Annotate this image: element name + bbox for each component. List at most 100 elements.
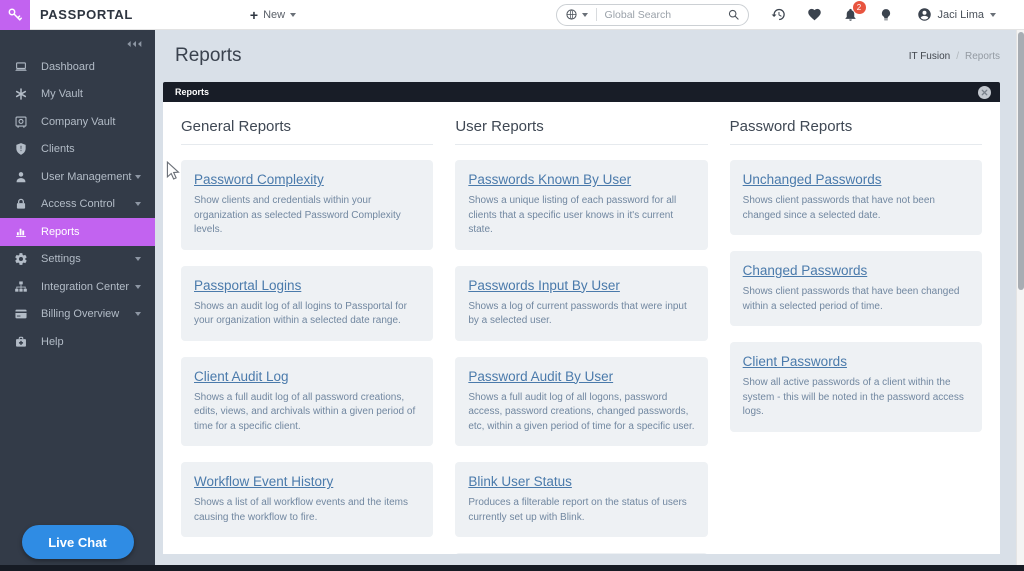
sidebar-item-label: My Vault (41, 88, 83, 101)
collapse-sidebar-icon[interactable] (125, 35, 147, 53)
scrollbar-thumb[interactable] (1018, 32, 1024, 290)
live-chat-button[interactable]: Live Chat (21, 525, 134, 559)
report-description: Shows a list of all workflow events and … (194, 497, 408, 523)
report-card: Client Passwords Show all active passwor… (729, 342, 982, 432)
chevron-down-icon (135, 257, 141, 262)
sidebar-item-dashboard[interactable]: Dashboard (0, 53, 155, 81)
report-description: Shows client passwords that have been ch… (742, 286, 960, 312)
sidebar-item-label: Clients (41, 143, 75, 156)
favorites-heart-icon[interactable] (807, 7, 822, 22)
laptop-icon (14, 60, 28, 74)
report-description: Show clients and credentials within your… (194, 195, 401, 235)
sidebar-item-company-vault[interactable]: Company Vault (0, 108, 155, 136)
breadcrumb-current[interactable]: Reports (965, 51, 1000, 62)
history-icon[interactable] (771, 7, 786, 22)
vertical-scrollbar[interactable] (1016, 30, 1024, 571)
sidebar-item-user-management[interactable]: User Management (0, 163, 155, 191)
report-link-password-complexity[interactable]: Password Complexity (194, 172, 324, 187)
panel-header: Reports (163, 82, 1000, 102)
report-columns: General Reports Password Complexity Show… (181, 118, 982, 554)
column-header: General Reports (181, 118, 434, 145)
sidebar: Dashboard My Vault Company Vault Clients… (0, 30, 155, 571)
panel-title: Reports (175, 87, 210, 97)
sidebar-item-my-vault[interactable]: My Vault (0, 81, 155, 109)
sidebar-menu: Dashboard My Vault Company Vault Clients… (0, 30, 155, 356)
sidebar-item-label: Help (41, 335, 64, 348)
notifications-bell-icon[interactable]: 2 (843, 1, 866, 22)
chevron-down-icon (135, 202, 141, 207)
brand-name: PASSPORTAL (40, 7, 133, 22)
bottom-edge-bar (0, 565, 1024, 571)
chevron-down-icon (290, 12, 297, 17)
sidebar-item-integration-center[interactable]: Integration Center (0, 273, 155, 301)
sidebar-item-label: Reports (41, 225, 80, 238)
user-name: Jaci Lima (937, 8, 984, 21)
user-menu[interactable]: Jaci Lima (917, 7, 996, 22)
chevron-down-icon (135, 312, 141, 317)
sidebar-item-label: Billing Overview (41, 308, 120, 321)
reports-panel: General Reports Password Complexity Show… (163, 102, 1000, 554)
search-scope-dropdown[interactable] (557, 8, 597, 21)
report-link-password-audit-by-user[interactable]: Password Audit By User (468, 369, 613, 384)
report-link-workflow-event-history[interactable]: Workflow Event History (194, 474, 333, 489)
report-link-passwords-known-by-user[interactable]: Passwords Known By User (468, 172, 631, 187)
sidebar-item-access-control[interactable]: Access Control (0, 191, 155, 219)
report-description: Shows a full audit log of all logons, pa… (468, 391, 695, 432)
sidebar-item-label: Access Control (41, 198, 115, 211)
breadcrumb-client[interactable]: IT Fusion (909, 51, 951, 62)
shield-icon (14, 142, 28, 156)
report-link-passwords-input-by-user[interactable]: Passwords Input By User (468, 278, 620, 293)
vault-icon (14, 115, 28, 129)
search-icon[interactable] (725, 8, 748, 21)
report-description: Shows client passwords that have not bee… (742, 195, 935, 221)
lightbulb-icon[interactable] (879, 8, 893, 22)
sidebar-item-settings[interactable]: Settings (0, 246, 155, 274)
report-card: Password Complexity Show clients and cre… (181, 160, 434, 250)
main-content: Reports IT Fusion / Reports Reports Gene… (155, 30, 1024, 571)
report-column-password-reports: Password Reports Unchanged Passwords Sho… (729, 118, 982, 448)
asterisk-icon (14, 87, 28, 101)
report-card: Passportal Logins Shows an audit log of … (181, 265, 434, 341)
sitemap-icon (14, 280, 28, 294)
report-description: Shows an audit log of all logins to Pass… (194, 300, 407, 327)
report-link-blink-user-status[interactable]: Blink User Status (468, 474, 572, 489)
report-column-user-reports: User Reports Passwords Known By User Sho… (455, 118, 708, 554)
sidebar-item-reports[interactable]: Reports (0, 218, 155, 246)
top-bar: PASSPORTAL + New 2 Jaci Li (0, 0, 1024, 30)
search-input[interactable] (596, 4, 725, 25)
chart-icon (14, 225, 28, 239)
report-link-passportal-logins[interactable]: Passportal Logins (194, 278, 301, 293)
sidebar-item-label: Settings (41, 253, 81, 266)
sidebar-item-clients[interactable]: Clients (0, 136, 155, 164)
report-link-client-passwords[interactable]: Client Passwords (743, 354, 847, 369)
sidebar-item-billing-overview[interactable]: Billing Overview (0, 301, 155, 329)
report-description: Shows a log of current passwords that we… (468, 300, 687, 327)
new-button[interactable]: + New (250, 7, 297, 23)
report-card: Unchanged Passwords Shows client passwor… (729, 160, 982, 235)
report-card: Passwords Input By User Shows a log of c… (455, 265, 708, 341)
breadcrumb: IT Fusion / Reports (909, 51, 1000, 62)
report-link-client-audit-log[interactable]: Client Audit Log (194, 369, 289, 384)
app-logo[interactable] (0, 0, 30, 30)
page-title: Reports (175, 45, 242, 66)
sidebar-item-help[interactable]: Help (0, 328, 155, 356)
report-card: Blink Reset Request Produces a filterabl… (455, 553, 708, 554)
chevron-down-icon (135, 174, 141, 179)
lock-icon (14, 197, 28, 211)
report-description: Shows a unique listing of each password … (468, 195, 677, 235)
breadcrumb-separator: / (956, 50, 959, 62)
key-icon (6, 6, 24, 24)
report-card: Workflow Event History Shows a list of a… (181, 462, 434, 537)
credit-card-icon (14, 307, 28, 321)
report-description: Shows a full audit log of all password c… (194, 391, 416, 432)
global-search (555, 3, 749, 26)
chevron-down-icon (990, 12, 996, 17)
report-link-changed-passwords[interactable]: Changed Passwords (743, 263, 868, 278)
report-link-unchanged-passwords[interactable]: Unchanged Passwords (743, 172, 882, 187)
report-card: Password Audit By User Shows a full audi… (455, 356, 708, 446)
sidebar-item-label: Company Vault (41, 115, 116, 128)
sidebar-item-label: Dashboard (41, 60, 95, 73)
sidebar-item-label: Integration Center (41, 280, 130, 293)
panel-toggle-icon[interactable] (978, 85, 991, 99)
gear-icon (14, 252, 28, 266)
